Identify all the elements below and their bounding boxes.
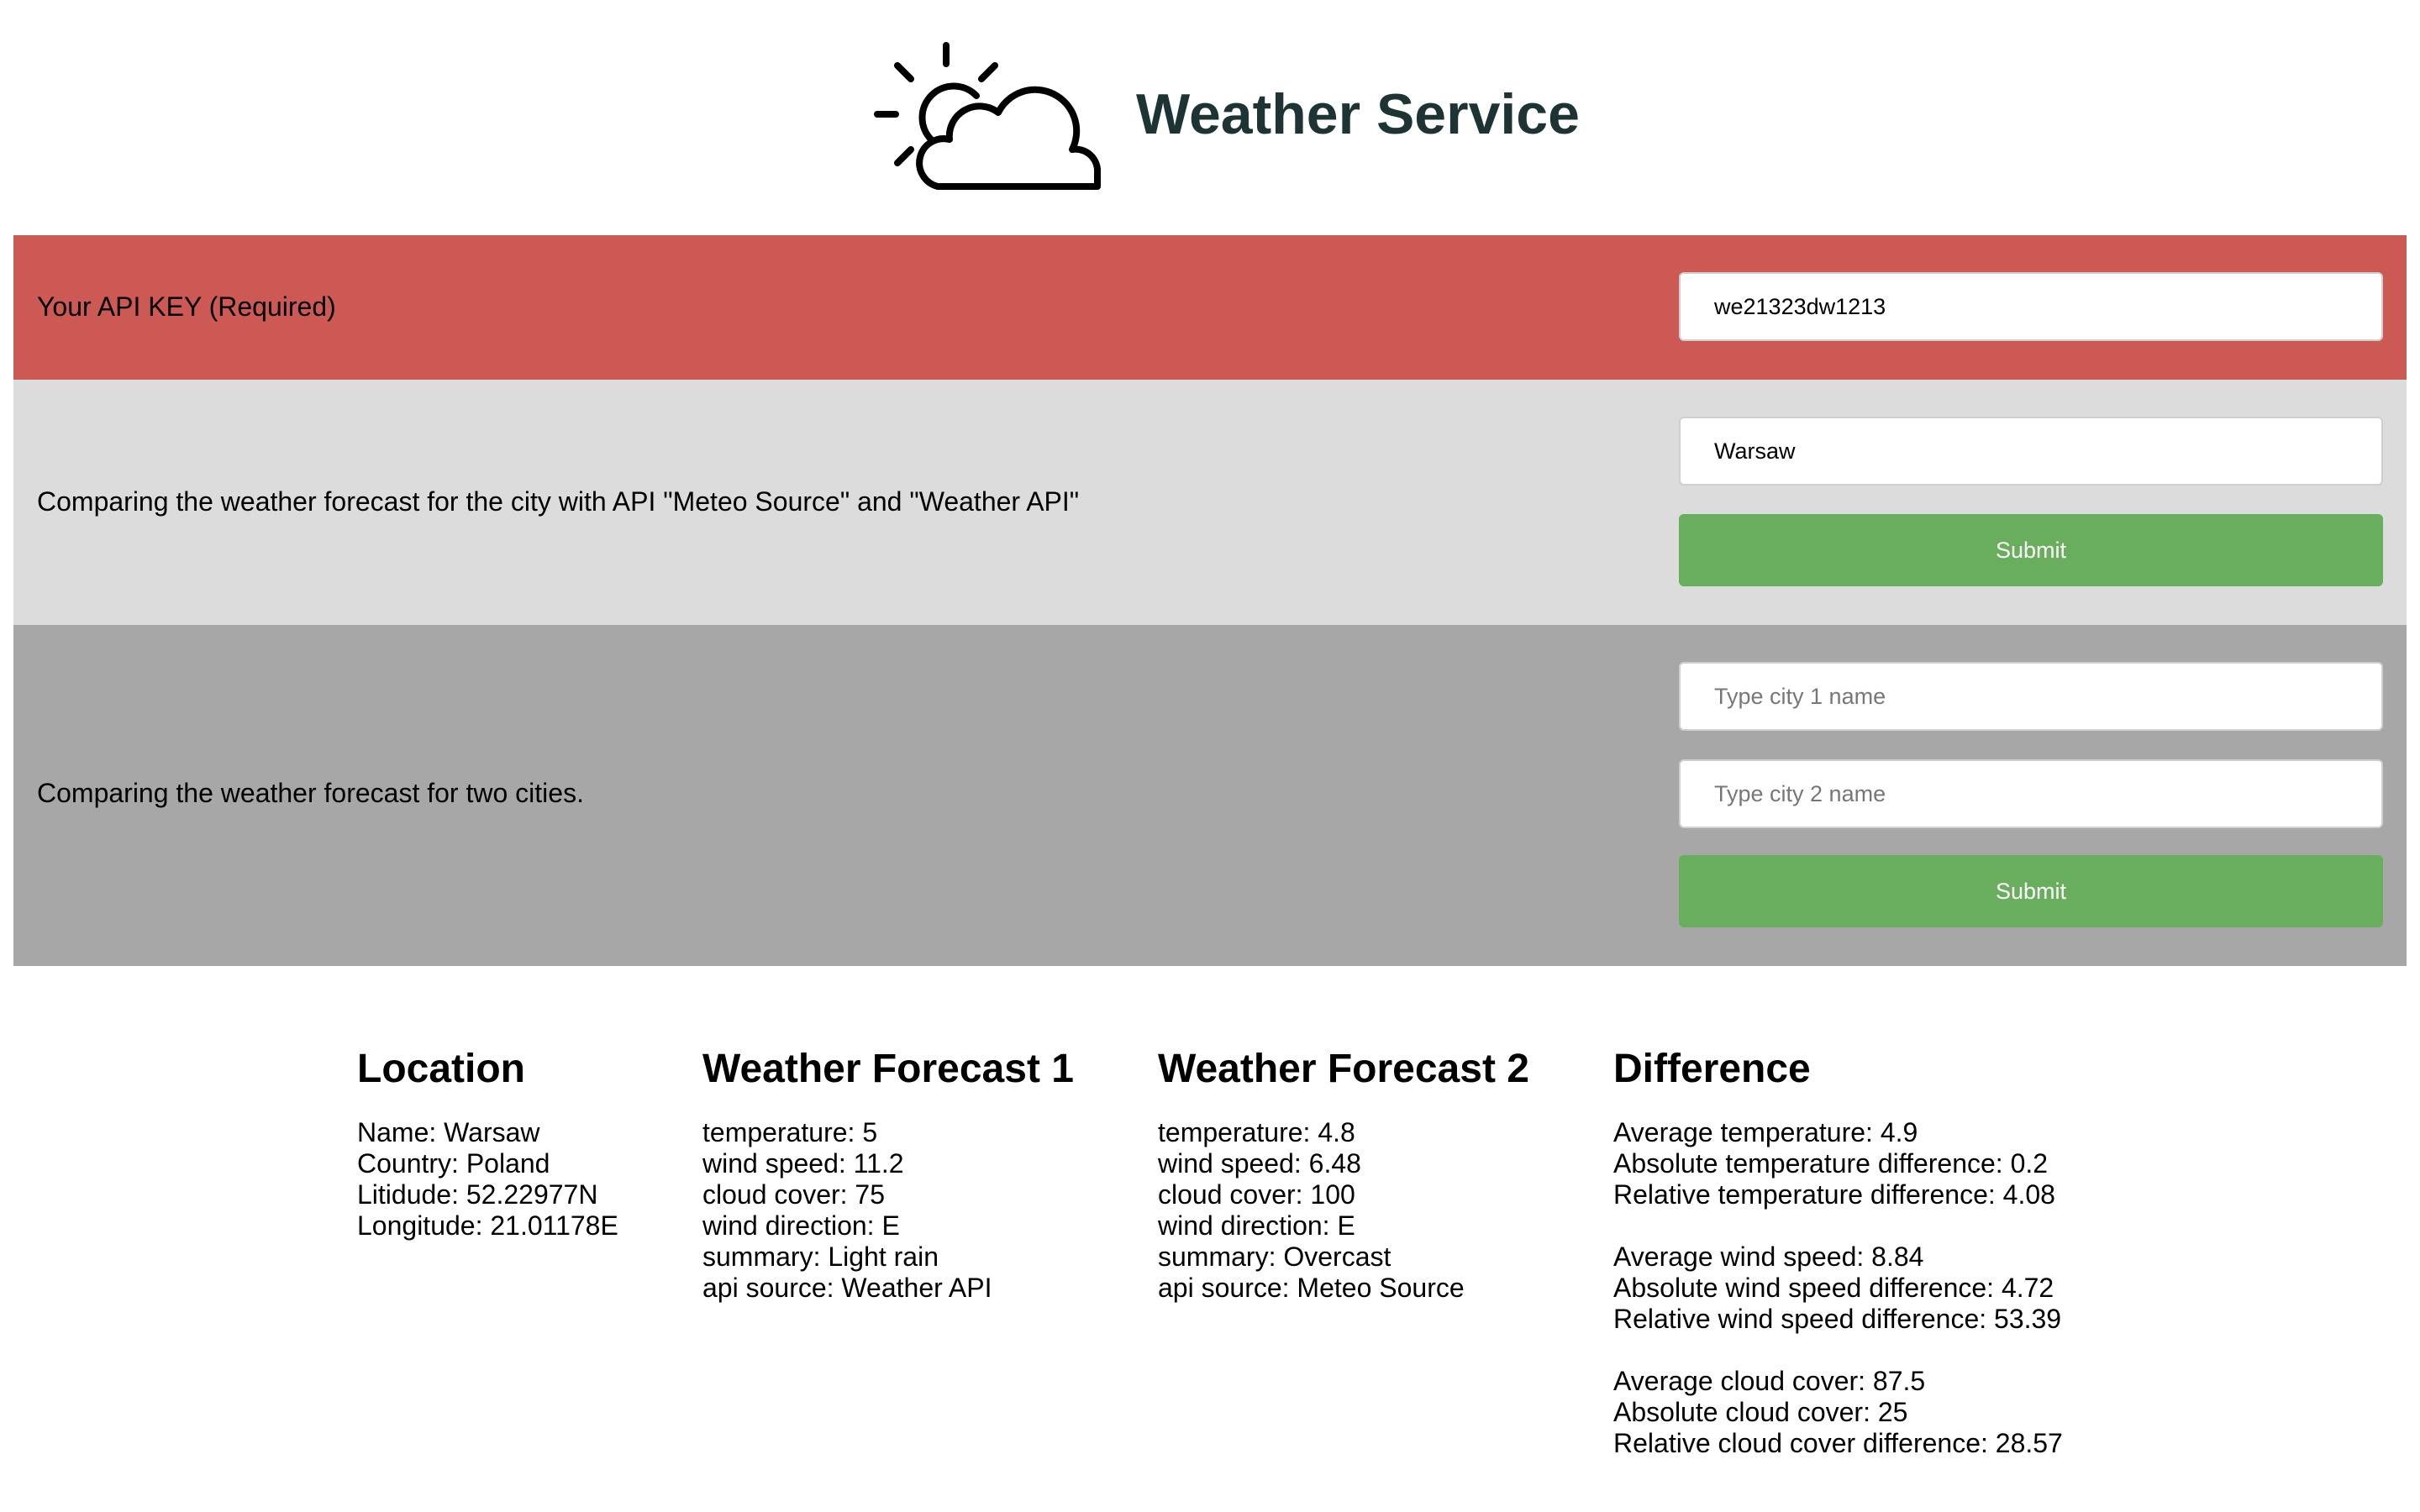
location-name: Name: Warsaw	[357, 1117, 540, 1147]
rel-temperature-diff: Relative temperature difference: 4.08	[1613, 1179, 2055, 1210]
location-column: Location Name: Warsaw Country: Poland Li…	[357, 1040, 618, 1242]
api-key-section: Your API KEY (Required)	[13, 235, 2407, 380]
forecast2-temperature: temperature: 4.8	[1158, 1117, 1355, 1147]
header: Weather Service	[0, 0, 2420, 235]
forecast1-wind-speed: wind speed: 11.2	[702, 1148, 904, 1179]
rel-cloud-cover-diff: Relative cloud cover difference: 28.57	[1613, 1428, 2063, 1458]
location-latitude: Litidude: 52.22977N	[357, 1179, 598, 1210]
forecast1-summary: summary: Light rain	[702, 1242, 939, 1272]
page: Weather Service Your API KEY (Required) …	[0, 0, 2420, 1512]
city2-input[interactable]	[1679, 759, 2383, 828]
submit-two-cities-button[interactable]: Submit	[1679, 855, 2383, 927]
forecast1-temperature: temperature: 5	[702, 1117, 878, 1147]
abs-cloud-cover: Absolute cloud cover: 25	[1613, 1397, 1908, 1427]
forecast2-cloud-cover: cloud cover: 100	[1158, 1179, 1355, 1210]
forecast1-heading: Weather Forecast 1	[702, 1047, 1074, 1091]
forecast1-wind-direction: wind direction: E	[702, 1210, 900, 1241]
two-cities-label: Comparing the weather forecast for two c…	[37, 778, 584, 808]
avg-wind-speed: Average wind speed: 8.84	[1613, 1242, 1924, 1272]
forecast2-wind-direction: wind direction: E	[1158, 1210, 1355, 1241]
forecast2-column: Weather Forecast 2 temperature: 4.8 wind…	[1158, 1040, 1529, 1304]
forecast1-cloud-cover: cloud cover: 75	[702, 1179, 886, 1210]
rel-wind-speed-diff: Relative wind speed difference: 53.39	[1613, 1304, 2062, 1334]
abs-temperature-diff: Absolute temperature difference: 0.2	[1613, 1148, 2049, 1179]
abs-wind-speed-diff: Absolute wind speed difference: 4.72	[1613, 1273, 2054, 1303]
forecast2-summary: summary: Overcast	[1158, 1242, 1392, 1272]
forecast1-column: Weather Forecast 1 temperature: 5 wind s…	[702, 1040, 1074, 1304]
location-country: Country: Poland	[357, 1148, 550, 1179]
difference-column: Difference Average temperature: 4.9 Abso…	[1613, 1040, 2063, 1459]
results-section: Location Name: Warsaw Country: Poland Li…	[0, 966, 2420, 1512]
avg-temperature: Average temperature: 4.9	[1613, 1117, 1918, 1147]
page-title: Weather Service	[1136, 82, 1580, 146]
location-longitude: Longitude: 21.01178E	[357, 1210, 618, 1241]
submit-single-city-button[interactable]: Submit	[1679, 514, 2383, 586]
two-cities-section: Comparing the weather forecast for two c…	[13, 625, 2407, 966]
single-city-label: Comparing the weather forecast for the c…	[37, 486, 1080, 517]
sun-behind-cloud-icon	[874, 42, 1101, 190]
city1-input[interactable]	[1679, 662, 2383, 731]
forecast2-api-source: api source: Meteo Source	[1158, 1273, 1465, 1303]
api-key-label: Your API KEY (Required)	[37, 291, 336, 322]
api-key-input[interactable]	[1679, 272, 2383, 341]
forecast1-api-source: api source: Weather API	[702, 1273, 992, 1303]
city-input[interactable]	[1679, 417, 2383, 486]
avg-cloud-cover: Average cloud cover: 87.5	[1613, 1366, 1926, 1396]
location-heading: Location	[357, 1047, 525, 1091]
forecast2-wind-speed: wind speed: 6.48	[1158, 1148, 1361, 1179]
difference-heading: Difference	[1613, 1047, 1811, 1091]
forecast2-heading: Weather Forecast 2	[1158, 1047, 1529, 1091]
single-city-section: Comparing the weather forecast for the c…	[13, 380, 2407, 625]
